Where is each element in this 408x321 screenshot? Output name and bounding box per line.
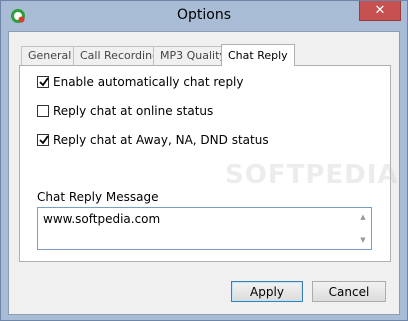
reply-online-label: Reply chat at online status [53,104,214,118]
checkmark-icon [39,77,49,87]
cancel-button[interactable]: Cancel [312,281,386,302]
checkmark-icon [39,135,49,145]
option-enable-auto-reply[interactable]: Enable automatically chat reply [37,74,244,90]
chat-reply-message-value: www.softpedia.com [43,212,161,226]
apply-button[interactable]: Apply [231,281,303,302]
chat-reply-panel: SOFTPEDIA Enable automatically chat repl… [19,65,398,262]
window-title: Options [176,7,232,23]
options-window: Options ✕ General Call Recording MP3 Qua… [0,0,408,321]
chat-reply-message-field[interactable]: www.softpedia.com ▲ ▼ [37,207,372,250]
tab-general[interactable]: General [21,46,79,65]
reply-away-label: Reply chat at Away, NA, DND status [53,133,269,147]
reply-online-checkbox[interactable] [37,105,49,117]
enable-auto-reply-label: Enable automatically chat reply [53,75,244,89]
tab-chat-reply[interactable]: Chat Reply [221,44,295,66]
scroll-up-icon[interactable]: ▲ [359,213,367,221]
chat-reply-message-label: Chat Reply Message [37,190,159,204]
reply-away-checkbox[interactable] [37,134,49,146]
close-button[interactable]: ✕ [359,1,401,21]
title-bar[interactable]: Options ✕ [1,1,407,31]
dialog-body: General Call Recording MP3 Quality Chat … [8,31,400,315]
option-reply-online[interactable]: Reply chat at online status [37,103,213,119]
scroll-down-icon[interactable]: ▼ [359,236,367,244]
enable-auto-reply-checkbox[interactable] [37,76,49,88]
option-reply-away[interactable]: Reply chat at Away, NA, DND status [37,132,269,148]
watermark: SOFTPEDIA [225,160,399,190]
